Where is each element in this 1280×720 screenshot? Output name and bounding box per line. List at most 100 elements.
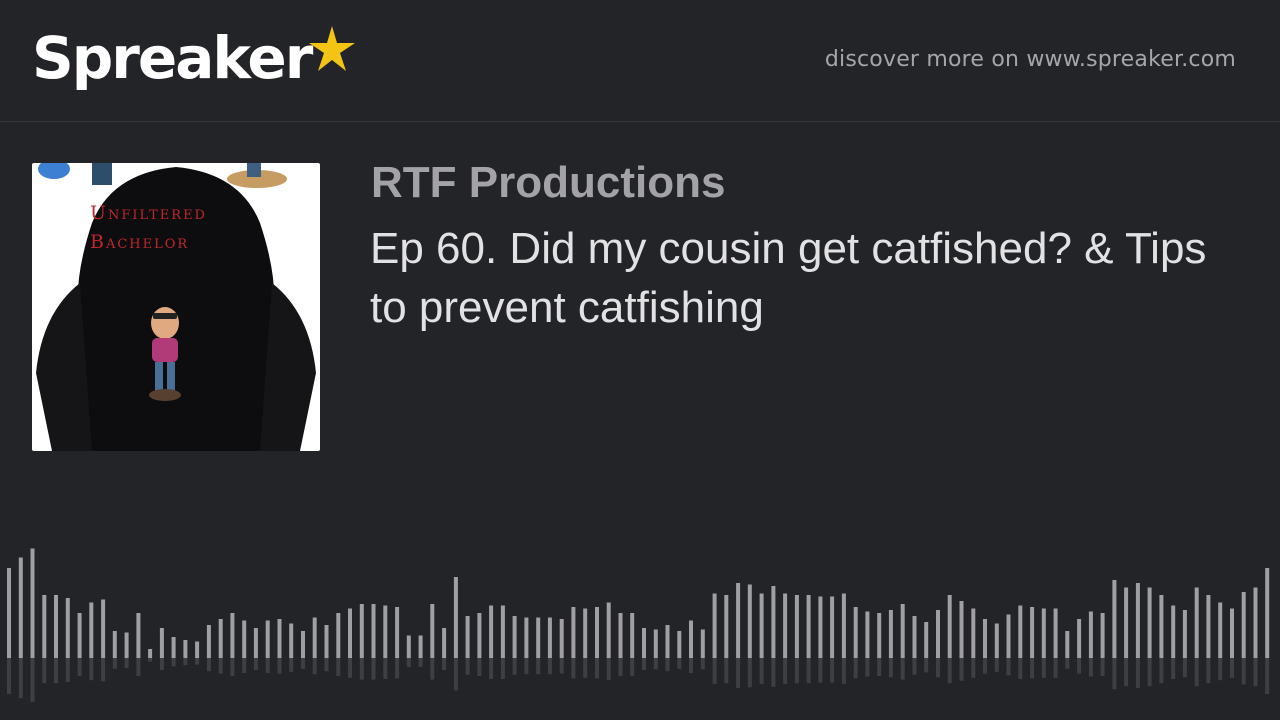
audio-waveform[interactable]	[0, 500, 1280, 720]
waveform-bar	[583, 608, 588, 658]
waveform-bar	[89, 602, 94, 658]
waveform-reflection	[736, 658, 741, 688]
waveform-bar	[453, 577, 458, 658]
waveform-bar	[489, 605, 494, 658]
waveform-reflection	[406, 658, 411, 667]
waveform-bar	[524, 617, 529, 658]
waveform-bar	[1230, 608, 1234, 658]
waveform-bar	[324, 625, 329, 658]
waveform-reflection	[477, 658, 482, 676]
waveform-bar	[700, 629, 705, 658]
waveform-bar	[712, 593, 717, 658]
waveform-reflection	[1265, 658, 1270, 694]
spreaker-logo[interactable]: Spreaker	[32, 22, 357, 102]
waveform-bar	[230, 613, 235, 658]
waveform-bar	[1018, 605, 1023, 658]
waveform-bar	[912, 616, 917, 658]
waveform-reflection	[324, 658, 329, 672]
waveform-bar	[512, 616, 517, 658]
waveform-reflection	[312, 658, 317, 675]
waveform-bar	[677, 631, 682, 658]
waveform-bar	[159, 628, 164, 658]
discover-more-link[interactable]: discover more on www.spreaker.com	[825, 47, 1236, 72]
waveform-bar	[112, 631, 117, 658]
waveform-bar	[724, 595, 729, 658]
waveform-bar	[1006, 614, 1011, 658]
waveform-bar	[500, 605, 505, 658]
waveform-reflection	[371, 658, 376, 680]
waveform-reflection	[1206, 658, 1211, 684]
waveform-bar	[571, 607, 576, 658]
waveform-reflection	[230, 658, 235, 676]
waveform-bar	[830, 596, 835, 658]
waveform-bar	[348, 608, 352, 658]
waveform-bar	[924, 622, 929, 658]
cover-title-line1: Unfiltered	[90, 202, 207, 224]
waveform-reflection	[1159, 658, 1164, 684]
waveform-reflection	[771, 658, 776, 687]
waveform-bar	[983, 619, 987, 658]
waveform-reflection	[30, 658, 35, 702]
waveform-reflection	[747, 658, 752, 688]
waveform-bar	[242, 620, 247, 658]
waveform-reflection	[524, 658, 529, 675]
waveform-bar	[18, 557, 23, 658]
waveform-reflection	[453, 658, 458, 691]
waveform-bar	[1147, 587, 1152, 658]
waveform-bar	[536, 617, 541, 658]
waveform-bar	[665, 625, 670, 658]
waveform-bar	[971, 608, 976, 658]
waveform-bar	[794, 595, 799, 658]
waveform-bar	[1218, 602, 1223, 658]
waveform-reflection	[489, 658, 494, 679]
header-bar: Spreaker discover more on www.spreaker.c…	[0, 0, 1280, 122]
waveform-bar	[218, 619, 223, 658]
cover-title: Unfiltered Bachelor	[90, 199, 207, 257]
waveform-reflection	[700, 658, 705, 670]
cover-title-line2: Bachelor	[90, 231, 190, 253]
waveform-bar	[136, 613, 141, 658]
waveform-reflection	[383, 658, 388, 679]
waveform-reflection	[971, 658, 976, 678]
waveform-bar	[183, 640, 188, 658]
waveform-reflection	[171, 658, 176, 667]
waveform-reflection	[924, 658, 929, 673]
waveform-bar	[806, 595, 811, 658]
waveform-bar	[888, 610, 893, 658]
waveform-reflection	[218, 658, 223, 674]
waveform-bar	[383, 605, 388, 658]
waveform-bar	[7, 568, 11, 658]
waveform-reflection	[301, 658, 305, 669]
waveform-reflection	[983, 658, 987, 674]
waveform-bar	[336, 613, 341, 658]
waveform-reflection	[42, 658, 47, 684]
waveform-reflection	[630, 658, 635, 676]
waveform-bar	[1171, 605, 1176, 658]
waveform-reflection	[1171, 658, 1176, 679]
producer-name[interactable]: RTF Productions	[371, 158, 725, 208]
waveform-reflection	[1053, 658, 1058, 678]
waveform-reflection	[289, 658, 294, 672]
waveform-reflection	[359, 658, 364, 680]
waveform-reflection	[277, 658, 282, 674]
waveform-bar	[630, 613, 635, 658]
waveform-bar	[359, 604, 364, 658]
waveform-reflection	[253, 658, 258, 670]
waveform-bar	[65, 598, 70, 658]
waveform-bar	[124, 632, 129, 658]
waveform-reflection	[183, 658, 188, 666]
waveform-reflection	[888, 658, 893, 678]
waveform-bar	[689, 620, 693, 658]
waveform-bar	[547, 617, 552, 658]
waveform-reflection	[1006, 658, 1011, 676]
waveform-reflection	[877, 658, 882, 676]
waveform-bar	[54, 595, 58, 658]
waveform-reflection	[336, 658, 341, 676]
waveform-bar	[1065, 631, 1070, 658]
waveform-reflection	[65, 658, 70, 682]
waveform-reflection	[806, 658, 811, 684]
waveform-reflection	[500, 658, 505, 679]
waveform-bar	[853, 607, 858, 658]
waveform-bar	[371, 604, 376, 658]
waveform-reflection	[830, 658, 835, 683]
